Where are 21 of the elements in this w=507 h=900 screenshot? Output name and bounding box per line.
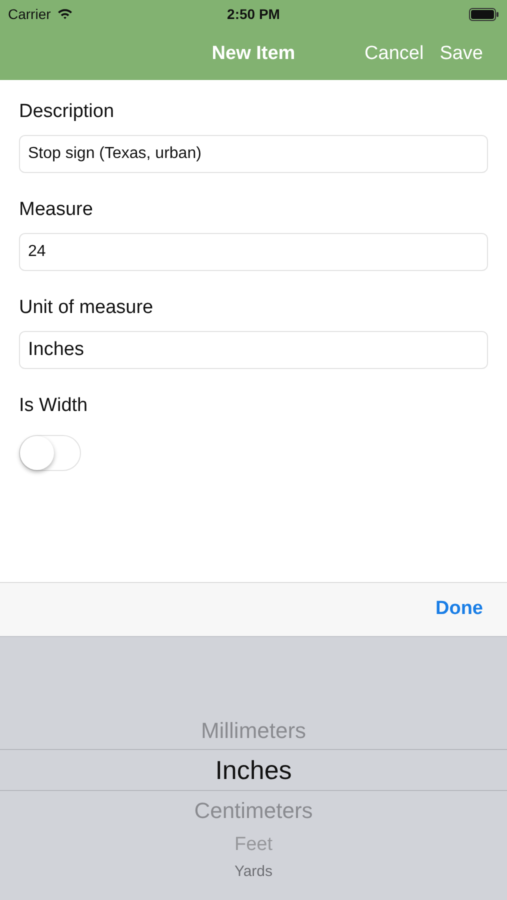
select-field[interactable]: Inches (19, 331, 488, 369)
done-button[interactable]: Done (436, 595, 483, 624)
nav-action-button[interactable]: Save (440, 40, 483, 68)
picker-option[interactable]: Feet (0, 829, 507, 861)
field-label: Measure (19, 198, 94, 220)
picker-option[interactable]: Millimeters (0, 711, 507, 749)
field-label: Description (19, 100, 116, 122)
nav-title: New Item (212, 42, 296, 66)
toggle-switch[interactable] (19, 435, 81, 471)
text-field[interactable]: 24 (19, 233, 488, 271)
carrier-label: Carrier (8, 4, 51, 24)
status-time: 2:50 PM (227, 4, 280, 24)
picker-option[interactable]: Centimeters (0, 791, 507, 829)
field-label: Unit of measure (19, 296, 154, 318)
field-label: Is Width (19, 394, 89, 416)
text-field[interactable]: Stop sign (Texas, urban) (19, 135, 488, 173)
wifi-icon (56, 8, 73, 20)
battery-icon (469, 8, 499, 20)
picker-option[interactable]: Inches (0, 749, 507, 791)
nav-action-button[interactable]: Cancel (364, 40, 424, 68)
picker-option[interactable]: Yards (0, 861, 507, 883)
